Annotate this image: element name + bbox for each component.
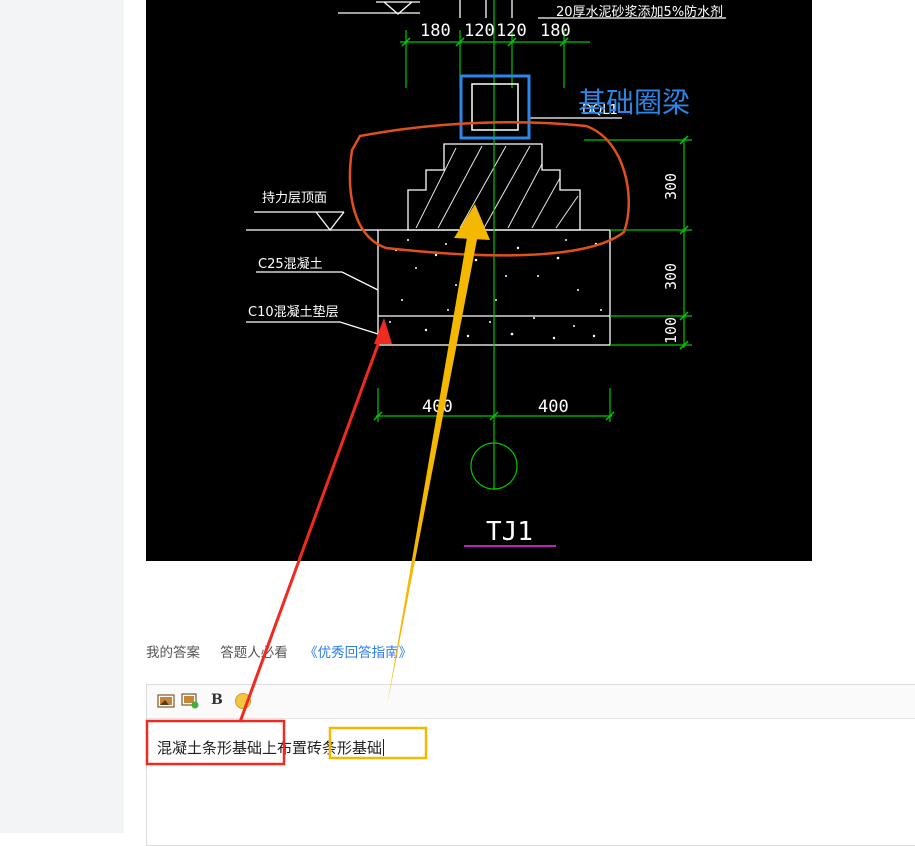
waterproof-note: 20厚水泥砂浆添加5%防水剂	[556, 4, 723, 20]
answer-guide-link[interactable]: 《优秀回答指南》	[304, 641, 412, 661]
footing-highlight-circle	[348, 121, 630, 257]
c25-concrete-label: C25混凝土	[258, 256, 323, 272]
bearing-layer-label: 持力层顶面	[262, 191, 327, 206]
bold-button[interactable]: B	[211, 692, 229, 708]
drawing-id: TJ1	[486, 517, 533, 547]
dim-top-4: 180	[540, 21, 571, 41]
dim-top-2: 120	[464, 21, 495, 41]
dim-right-3: 100	[662, 317, 680, 344]
editor-toolbar: B	[147, 685, 915, 719]
editor-content[interactable]: 混凝土条形基础上布置砖条形基础	[157, 737, 385, 758]
my-answer-label: 我的答案	[146, 645, 200, 661]
beam-annotation: 基础圈梁	[578, 86, 690, 119]
answer-editor[interactable]: B 混凝土条形基础上布置砖条形基础	[146, 684, 915, 846]
insert-image-icon[interactable]	[157, 693, 175, 709]
emoji-icon[interactable]	[235, 693, 251, 709]
answer-bar: 我的答案 答题人必看 《优秀回答指南》	[146, 641, 428, 663]
c10-concrete-label: C10混凝土垫层	[248, 304, 339, 320]
editor-text-part3: 砖条形基础	[307, 739, 383, 757]
dim-top-3: 120	[496, 21, 527, 41]
must-read-label: 答题人必看	[220, 645, 288, 661]
beam-highlight-box	[459, 74, 531, 140]
upload-image-icon[interactable]	[181, 693, 199, 709]
cad-drawing: 180 120 120 180 400 400 300 300 100 20厚水…	[246, 0, 726, 547]
dim-top-1: 180	[420, 21, 451, 41]
dim-right-2: 300	[662, 263, 680, 290]
editor-text-part2: 上布置	[262, 739, 308, 757]
dim-right-1: 300	[662, 173, 680, 200]
dim-bottom-1: 400	[422, 397, 453, 417]
left-gutter	[0, 0, 124, 833]
dim-bottom-2: 400	[538, 397, 569, 417]
text-caret	[383, 739, 385, 756]
cad-drawing-image: 180 120 120 180 400 400 300 300 100 20厚水…	[146, 0, 812, 561]
editor-text-part1: 混凝土条形基础	[157, 739, 263, 757]
